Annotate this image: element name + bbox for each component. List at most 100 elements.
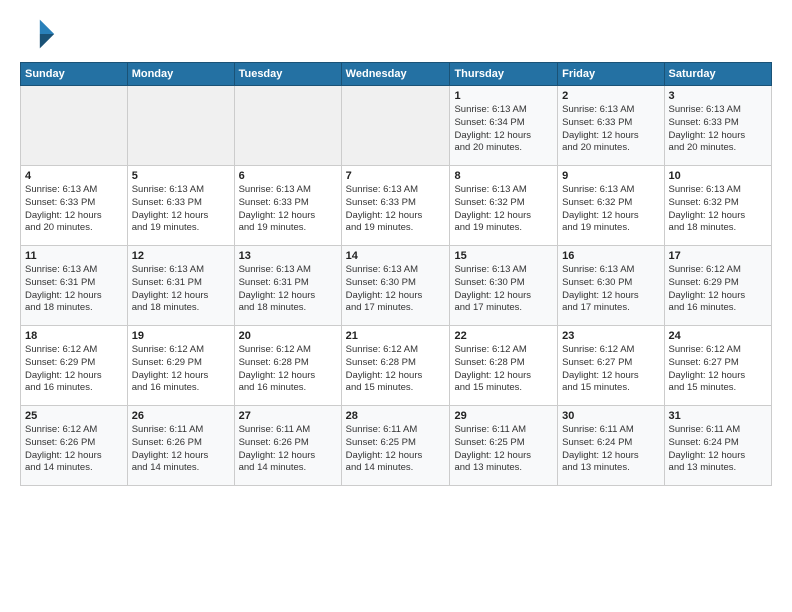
day-info: Sunrise: 6:13 AMSunset: 6:30 PMDaylight:… xyxy=(562,264,659,315)
day-number: 19 xyxy=(132,330,230,342)
calendar-cell: 26Sunrise: 6:11 AMSunset: 6:26 PMDayligh… xyxy=(127,406,234,486)
day-info: Sunrise: 6:11 AMSunset: 6:25 PMDaylight:… xyxy=(454,424,553,475)
calendar-cell: 6 Sunrise: 6:13 AMSunset: 6:33 PMDaylight… xyxy=(234,166,341,246)
day-info: Sunrise: 6:12 AMSunset: 6:28 PMDaylight:… xyxy=(239,344,337,395)
week-row-1: 1Sunrise: 6:13 AMSunset: 6:34 PMDaylight… xyxy=(21,86,772,166)
day-info: Sunrise: 6:13 AMSunset: 6:32 PMDaylight:… xyxy=(562,184,659,235)
calendar-cell: 9 Sunrise: 6:13 AMSunset: 6:32 PMDaylight… xyxy=(558,166,664,246)
header xyxy=(20,16,772,52)
logo xyxy=(20,16,60,52)
day-number: 15 xyxy=(454,250,553,262)
calendar-cell: 2Sunrise: 6:13 AMSunset: 6:33 PMDaylight… xyxy=(558,86,664,166)
calendar-cell: 19 Sunrise: 6:12 AMSunset: 6:29 PMDayligh… xyxy=(127,326,234,406)
calendar-cell: 20 Sunrise: 6:12 AMSunset: 6:28 PMDayligh… xyxy=(234,326,341,406)
calendar-cell: 15 Sunrise: 6:13 AMSunset: 6:30 PMDayligh… xyxy=(450,246,558,326)
day-number: 11 xyxy=(25,250,123,262)
calendar-cell: 29Sunrise: 6:11 AMSunset: 6:25 PMDayligh… xyxy=(450,406,558,486)
calendar-cell: 14Sunrise: 6:13 AMSunset: 6:30 PMDayligh… xyxy=(341,246,450,326)
day-number: 13 xyxy=(239,250,337,262)
calendar-cell xyxy=(234,86,341,166)
day-header-monday: Monday xyxy=(127,63,234,86)
day-info: Sunrise: 6:13 AMSunset: 6:34 PMDaylight:… xyxy=(454,104,553,155)
logo-icon xyxy=(20,16,56,52)
calendar-cell: 18 Sunrise: 6:12 AMSunset: 6:29 PMDayligh… xyxy=(21,326,128,406)
calendar-cell: 8 Sunrise: 6:13 AMSunset: 6:32 PMDaylight… xyxy=(450,166,558,246)
day-info: Sunrise: 6:11 AMSunset: 6:26 PMDaylight:… xyxy=(132,424,230,475)
calendar-cell: 22 Sunrise: 6:12 AMSunset: 6:28 PMDayligh… xyxy=(450,326,558,406)
calendar-cell: 23 Sunrise: 6:12 AMSunset: 6:27 PMDayligh… xyxy=(558,326,664,406)
day-info: Sunrise: 6:11 AMSunset: 6:25 PMDaylight:… xyxy=(346,424,446,475)
day-info: Sunrise: 6:12 AMSunset: 6:26 PMDaylight:… xyxy=(25,424,123,475)
calendar-cell: 16 Sunrise: 6:13 AMSunset: 6:30 PMDayligh… xyxy=(558,246,664,326)
day-info: Sunrise: 6:13 AMSunset: 6:32 PMDaylight:… xyxy=(454,184,553,235)
calendar-cell: 31 Sunrise: 6:11 AMSunset: 6:24 PMDayligh… xyxy=(664,406,771,486)
calendar-cell xyxy=(127,86,234,166)
day-info: Sunrise: 6:13 AMSunset: 6:31 PMDaylight:… xyxy=(132,264,230,315)
calendar-cell xyxy=(21,86,128,166)
day-number: 3 xyxy=(669,90,767,102)
day-info: Sunrise: 6:13 AMSunset: 6:30 PMDaylight:… xyxy=(346,264,446,315)
calendar-cell: 3 Sunrise: 6:13 AMSunset: 6:33 PMDaylight… xyxy=(664,86,771,166)
day-number: 12 xyxy=(132,250,230,262)
day-number: 18 xyxy=(25,330,123,342)
day-info: Sunrise: 6:12 AMSunset: 6:29 PMDaylight:… xyxy=(25,344,123,395)
calendar-cell: 7Sunrise: 6:13 AMSunset: 6:33 PMDaylight… xyxy=(341,166,450,246)
calendar-cell: 13Sunrise: 6:13 AMSunset: 6:31 PMDayligh… xyxy=(234,246,341,326)
calendar-cell: 1Sunrise: 6:13 AMSunset: 6:34 PMDaylight… xyxy=(450,86,558,166)
calendar-cell xyxy=(341,86,450,166)
week-row-4: 18 Sunrise: 6:12 AMSunset: 6:29 PMDayligh… xyxy=(21,326,772,406)
day-info: Sunrise: 6:11 AMSunset: 6:24 PMDaylight:… xyxy=(562,424,659,475)
day-info: Sunrise: 6:12 AMSunset: 6:28 PMDaylight:… xyxy=(454,344,553,395)
day-header-row: SundayMondayTuesdayWednesdayThursdayFrid… xyxy=(21,63,772,86)
day-info: Sunrise: 6:13 AMSunset: 6:33 PMDaylight:… xyxy=(562,104,659,155)
day-header-sunday: Sunday xyxy=(21,63,128,86)
day-info: Sunrise: 6:12 AMSunset: 6:27 PMDaylight:… xyxy=(669,344,767,395)
calendar-cell: 27 Sunrise: 6:11 AMSunset: 6:26 PMDayligh… xyxy=(234,406,341,486)
day-number: 10 xyxy=(669,170,767,182)
calendar-cell: 12 Sunrise: 6:13 AMSunset: 6:31 PMDayligh… xyxy=(127,246,234,326)
day-number: 27 xyxy=(239,410,337,422)
day-info: Sunrise: 6:12 AMSunset: 6:29 PMDaylight:… xyxy=(669,264,767,315)
day-number: 5 xyxy=(132,170,230,182)
week-row-3: 11 Sunrise: 6:13 AMSunset: 6:31 PMDayligh… xyxy=(21,246,772,326)
calendar-cell: 4Sunrise: 6:13 AMSunset: 6:33 PMDaylight… xyxy=(21,166,128,246)
calendar-table: SundayMondayTuesdayWednesdayThursdayFrid… xyxy=(20,62,772,486)
day-number: 25 xyxy=(25,410,123,422)
day-info: Sunrise: 6:13 AMSunset: 6:33 PMDaylight:… xyxy=(239,184,337,235)
day-info: Sunrise: 6:13 AMSunset: 6:33 PMDaylight:… xyxy=(132,184,230,235)
day-info: Sunrise: 6:11 AMSunset: 6:26 PMDaylight:… xyxy=(239,424,337,475)
day-number: 23 xyxy=(562,330,659,342)
day-header-wednesday: Wednesday xyxy=(341,63,450,86)
day-number: 31 xyxy=(669,410,767,422)
day-number: 6 xyxy=(239,170,337,182)
day-header-friday: Friday xyxy=(558,63,664,86)
calendar-cell: 28 Sunrise: 6:11 AMSunset: 6:25 PMDayligh… xyxy=(341,406,450,486)
day-info: Sunrise: 6:13 AMSunset: 6:30 PMDaylight:… xyxy=(454,264,553,315)
page: SundayMondayTuesdayWednesdayThursdayFrid… xyxy=(0,0,792,502)
calendar-cell: 10 Sunrise: 6:13 AMSunset: 6:32 PMDayligh… xyxy=(664,166,771,246)
day-info: Sunrise: 6:13 AMSunset: 6:33 PMDaylight:… xyxy=(669,104,767,155)
day-header-tuesday: Tuesday xyxy=(234,63,341,86)
day-number: 17 xyxy=(669,250,767,262)
day-number: 8 xyxy=(454,170,553,182)
day-number: 9 xyxy=(562,170,659,182)
day-info: Sunrise: 6:11 AMSunset: 6:24 PMDaylight:… xyxy=(669,424,767,475)
calendar-cell: 11 Sunrise: 6:13 AMSunset: 6:31 PMDayligh… xyxy=(21,246,128,326)
day-number: 24 xyxy=(669,330,767,342)
calendar-cell: 24 Sunrise: 6:12 AMSunset: 6:27 PMDayligh… xyxy=(664,326,771,406)
day-number: 22 xyxy=(454,330,553,342)
day-number: 20 xyxy=(239,330,337,342)
day-info: Sunrise: 6:12 AMSunset: 6:27 PMDaylight:… xyxy=(562,344,659,395)
day-info: Sunrise: 6:13 AMSunset: 6:32 PMDaylight:… xyxy=(669,184,767,235)
week-row-2: 4Sunrise: 6:13 AMSunset: 6:33 PMDaylight… xyxy=(21,166,772,246)
day-info: Sunrise: 6:12 AMSunset: 6:29 PMDaylight:… xyxy=(132,344,230,395)
day-number: 30 xyxy=(562,410,659,422)
calendar-cell: 17 Sunrise: 6:12 AMSunset: 6:29 PMDayligh… xyxy=(664,246,771,326)
day-info: Sunrise: 6:13 AMSunset: 6:33 PMDaylight:… xyxy=(25,184,123,235)
day-number: 16 xyxy=(562,250,659,262)
week-row-5: 25 Sunrise: 6:12 AMSunset: 6:26 PMDayligh… xyxy=(21,406,772,486)
day-number: 7 xyxy=(346,170,446,182)
day-info: Sunrise: 6:13 AMSunset: 6:31 PMDaylight:… xyxy=(25,264,123,315)
day-header-thursday: Thursday xyxy=(450,63,558,86)
day-number: 28 xyxy=(346,410,446,422)
